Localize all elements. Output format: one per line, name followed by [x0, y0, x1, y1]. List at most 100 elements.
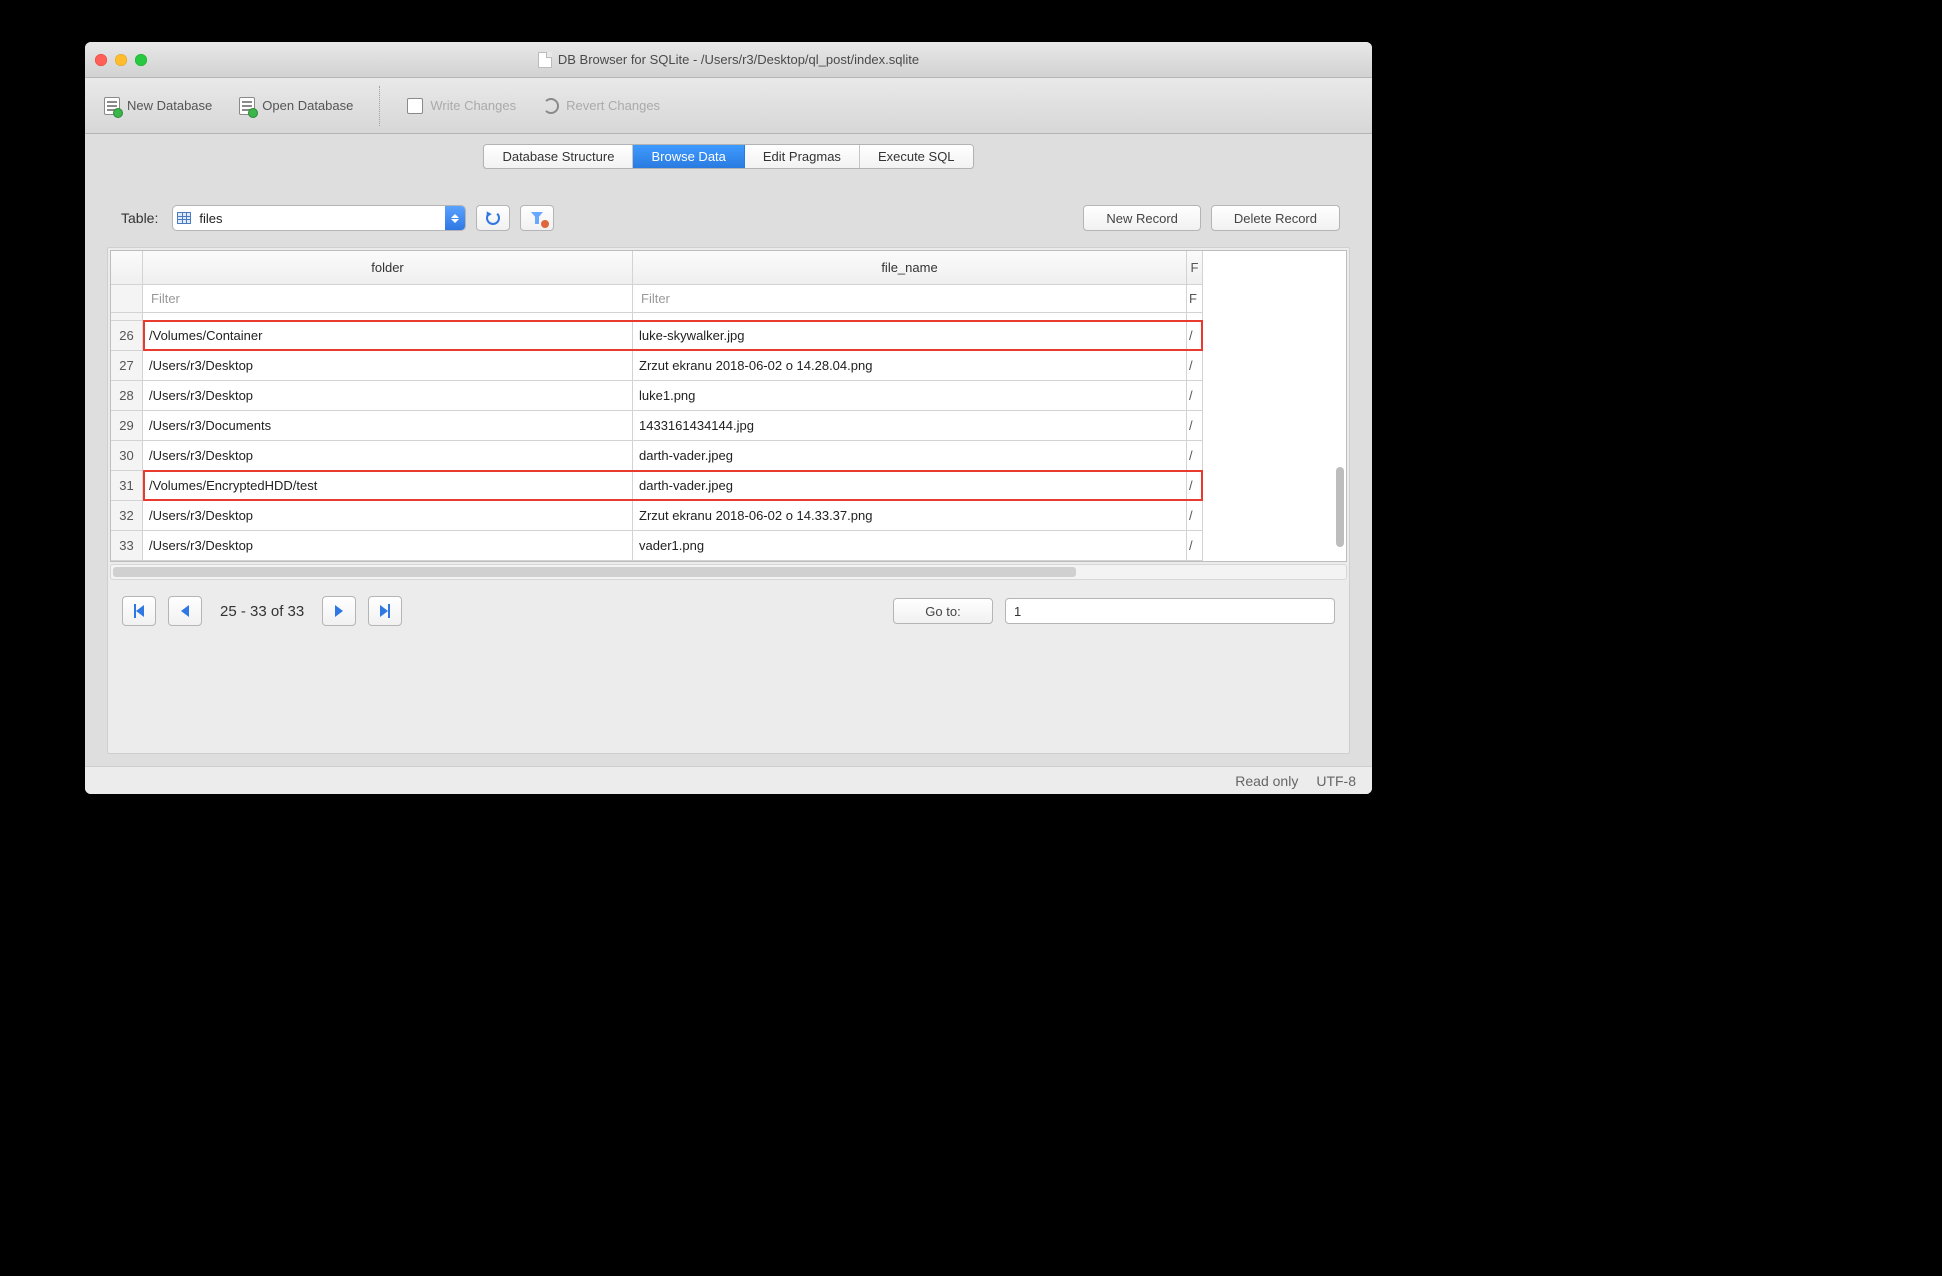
window-zoom-button[interactable] [135, 54, 147, 66]
cell-folder[interactable]: /Users/r3/Desktop [143, 501, 633, 531]
titlebar: DB Browser for SQLite - /Users/r3/Deskto… [85, 42, 1372, 78]
filter-folder-input[interactable] [149, 290, 626, 307]
column-header-file-name[interactable]: file_name [633, 251, 1187, 285]
window-controls [95, 54, 147, 66]
table-row[interactable]: 33/Users/r3/Desktopvader1.png/ [111, 531, 1346, 561]
main-toolbar: New Database Open Database Write Changes… [85, 78, 1372, 134]
main-tabs-row: Database Structure Browse Data Edit Prag… [85, 134, 1372, 169]
vertical-scrollbar[interactable] [1330, 341, 1344, 549]
cell-stub: / [1187, 531, 1203, 561]
cell-stub: / [1187, 321, 1203, 351]
goto-input[interactable]: 1 [1005, 598, 1335, 624]
table-row[interactable]: 30/Users/r3/Desktopdarth-vader.jpeg/ [111, 441, 1346, 471]
next-page-button[interactable] [322, 596, 356, 626]
cell-file-name[interactable]: darth-vader.jpeg [633, 471, 1187, 501]
horizontal-scrollbar[interactable] [110, 564, 1347, 580]
column-header-folder[interactable]: folder [143, 251, 633, 285]
table-select-value: files [195, 211, 445, 226]
clear-icon [541, 220, 549, 228]
row-number: 31 [111, 471, 143, 501]
refresh-icon [486, 211, 500, 225]
write-changes-button[interactable]: Write Changes [402, 95, 520, 117]
table-row[interactable]: 27/Users/r3/DesktopZrzut ekranu 2018-06-… [111, 351, 1346, 381]
table-select[interactable]: files [172, 205, 466, 231]
new-database-button[interactable]: New Database [99, 95, 216, 117]
table-label: Table: [121, 210, 158, 226]
row-number: 30 [111, 441, 143, 471]
cell-file-name[interactable]: Zrzut ekranu 2018-06-02 o 14.33.37.png [633, 501, 1187, 531]
cell-file-name[interactable]: Zrzut ekranu 2018-06-02 o 14.28.04.png [633, 351, 1187, 381]
cell-stub: / [1187, 501, 1203, 531]
row-number: 28 [111, 381, 143, 411]
prev-page-button[interactable] [168, 596, 202, 626]
table-row[interactable]: 32/Users/r3/DesktopZrzut ekranu 2018-06-… [111, 501, 1346, 531]
row-number-header [111, 251, 143, 285]
cell-file-name[interactable]: 1433161434144.jpg [633, 411, 1187, 441]
tab-database-structure[interactable]: Database Structure [484, 145, 633, 168]
cell-stub: / [1187, 441, 1203, 471]
toolbar-separator [379, 86, 380, 126]
table-icon [177, 212, 191, 224]
cell-folder[interactable]: /Users/r3/Documents [143, 411, 633, 441]
tab-browse-data[interactable]: Browse Data [633, 145, 744, 168]
status-encoding: UTF-8 [1316, 773, 1356, 789]
updown-icon [445, 206, 465, 230]
save-icon [407, 98, 423, 114]
new-record-button[interactable]: New Record [1083, 205, 1201, 231]
row-number: 33 [111, 531, 143, 561]
table-row[interactable]: 28/Users/r3/Desktopluke1.png/ [111, 381, 1346, 411]
app-window: DB Browser for SQLite - /Users/r3/Deskto… [85, 42, 1372, 794]
cell-file-name[interactable]: luke-skywalker.jpg [633, 321, 1187, 351]
document-icon [538, 52, 552, 68]
delete-record-button[interactable]: Delete Record [1211, 205, 1340, 231]
row-number: 32 [111, 501, 143, 531]
cell-file-name[interactable]: darth-vader.jpeg [633, 441, 1187, 471]
filter-stub: F [1187, 285, 1203, 313]
revert-changes-button[interactable]: Revert Changes [538, 95, 664, 117]
refresh-button[interactable] [476, 205, 510, 231]
cell-folder[interactable]: /Users/r3/Desktop [143, 351, 633, 381]
pager: 25 - 33 of 33 Go to: 1 [108, 582, 1349, 630]
revert-icon [543, 98, 559, 114]
database-icon [239, 97, 255, 115]
clear-filters-button[interactable] [520, 205, 554, 231]
table-row[interactable]: 26/Volumes/Containerluke-skywalker.jpg/ [111, 321, 1346, 351]
cell-stub: / [1187, 411, 1203, 441]
cell-folder[interactable]: /Volumes/Container [143, 321, 633, 351]
cell-file-name[interactable]: vader1.png [633, 531, 1187, 561]
cell-stub: / [1187, 381, 1203, 411]
last-page-button[interactable] [368, 596, 402, 626]
row-number: 27 [111, 351, 143, 381]
table-row[interactable]: 29/Users/r3/Documents1433161434144.jpg/ [111, 411, 1346, 441]
data-grid-panel: folder file_name F F 26/Volumes/Containe… [107, 247, 1350, 754]
grid-header: folder file_name F [111, 251, 1346, 285]
cell-file-name[interactable]: luke1.png [633, 381, 1187, 411]
grid-row-partial [111, 313, 1346, 321]
cell-stub: / [1187, 351, 1203, 381]
tab-edit-pragmas[interactable]: Edit Pragmas [745, 145, 860, 168]
status-readonly: Read only [1235, 773, 1298, 789]
cell-folder[interactable]: /Users/r3/Desktop [143, 531, 633, 561]
browse-controls: Table: files New Record Delete Record [121, 205, 1340, 231]
cell-folder[interactable]: /Volumes/EncryptedHDD/test [143, 471, 633, 501]
grid-filter-row: F [111, 285, 1346, 313]
row-number: 29 [111, 411, 143, 441]
goto-button[interactable]: Go to: [893, 598, 993, 624]
main-tabs: Database Structure Browse Data Edit Prag… [483, 144, 973, 169]
first-page-button[interactable] [122, 596, 156, 626]
row-number: 26 [111, 321, 143, 351]
open-database-button[interactable]: Open Database [234, 95, 357, 117]
filter-file-name-input[interactable] [639, 290, 1180, 307]
window-close-button[interactable] [95, 54, 107, 66]
data-grid[interactable]: folder file_name F F 26/Volumes/Containe… [110, 250, 1347, 562]
table-row[interactable]: 31/Volumes/EncryptedHDD/testdarth-vader.… [111, 471, 1346, 501]
window-title: DB Browser for SQLite - /Users/r3/Deskto… [558, 52, 919, 67]
column-header-stub[interactable]: F [1187, 251, 1203, 285]
cell-folder[interactable]: /Users/r3/Desktop [143, 381, 633, 411]
window-minimize-button[interactable] [115, 54, 127, 66]
status-bar: Read only UTF-8 [85, 766, 1372, 794]
browse-data-pane: Table: files New Record Delete Record [85, 169, 1372, 766]
cell-folder[interactable]: /Users/r3/Desktop [143, 441, 633, 471]
tab-execute-sql[interactable]: Execute SQL [860, 145, 973, 168]
page-range-text: 25 - 33 of 33 [214, 603, 310, 620]
